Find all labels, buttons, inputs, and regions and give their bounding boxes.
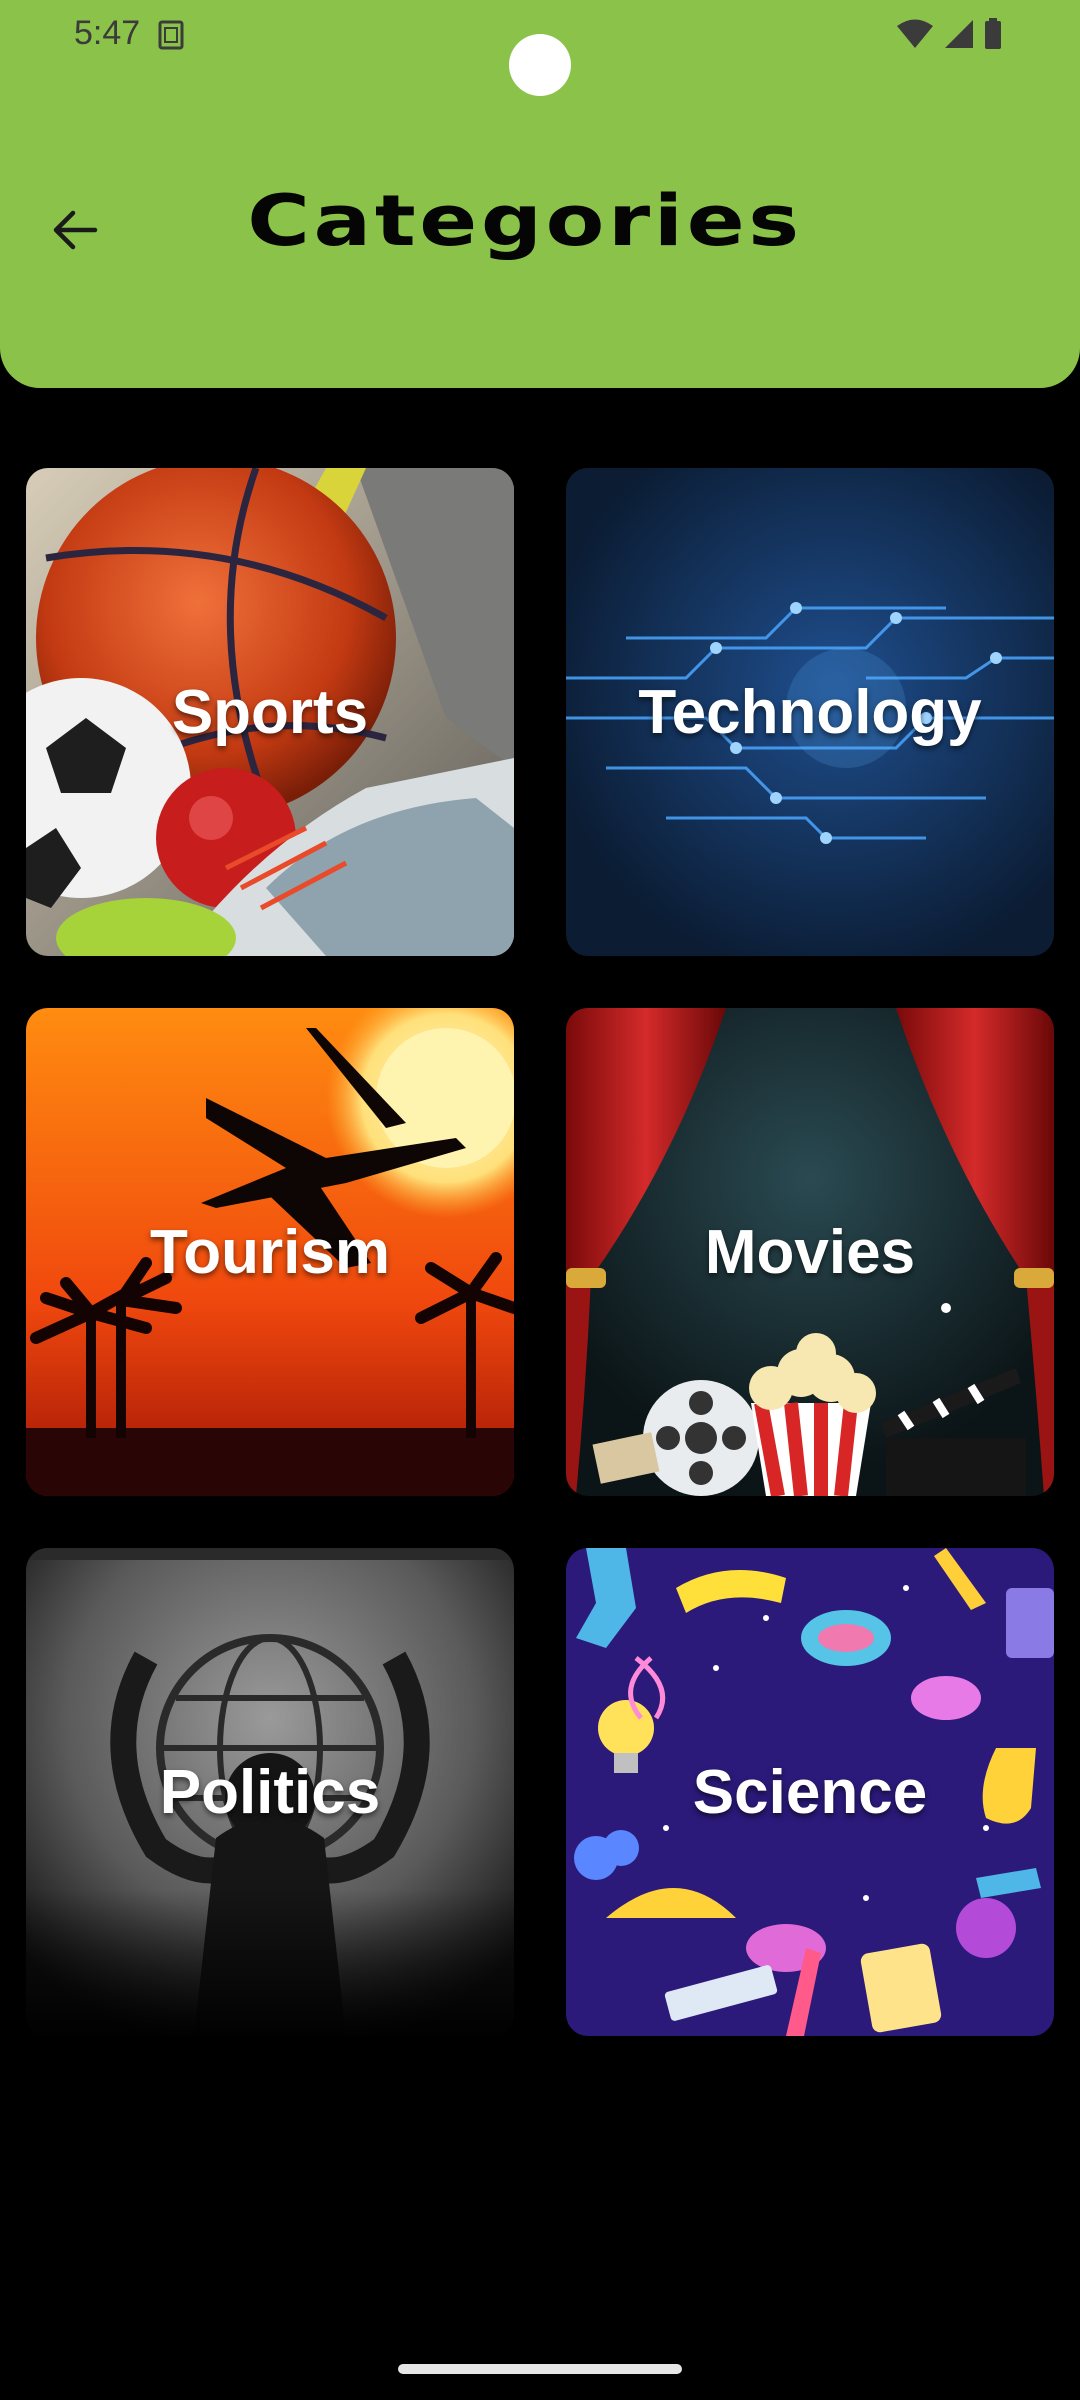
category-label: Politics (159, 1757, 381, 1827)
category-card-movies[interactable]: Movies (566, 1008, 1054, 1496)
category-label: Technology (638, 677, 982, 747)
category-label: Tourism (150, 1217, 390, 1287)
category-card-tourism[interactable]: Tourism (26, 1008, 514, 1496)
status-time: 5:47 (74, 14, 141, 52)
category-card-politics[interactable]: Politics (26, 1548, 514, 2036)
category-label: Movies (704, 1217, 916, 1287)
page-title: Categories (247, 180, 803, 262)
wifi-icon (897, 19, 933, 48)
category-label: Sports (171, 677, 369, 747)
home-indicator[interactable] (398, 2364, 682, 2374)
signal-icon (945, 20, 973, 48)
camera-cutout (509, 34, 571, 96)
category-card-sports[interactable]: Sports (26, 468, 514, 956)
battery-icon (985, 18, 1001, 49)
category-card-technology[interactable]: Technology (566, 468, 1054, 956)
app-bar: 5:47 Categories (0, 0, 1080, 388)
status-bar: 5:47 (0, 0, 1080, 96)
category-card-science[interactable]: Science (566, 1548, 1054, 2036)
status-icons (896, 18, 1002, 50)
sim-card-icon (158, 20, 184, 50)
category-label: Science (692, 1757, 928, 1827)
